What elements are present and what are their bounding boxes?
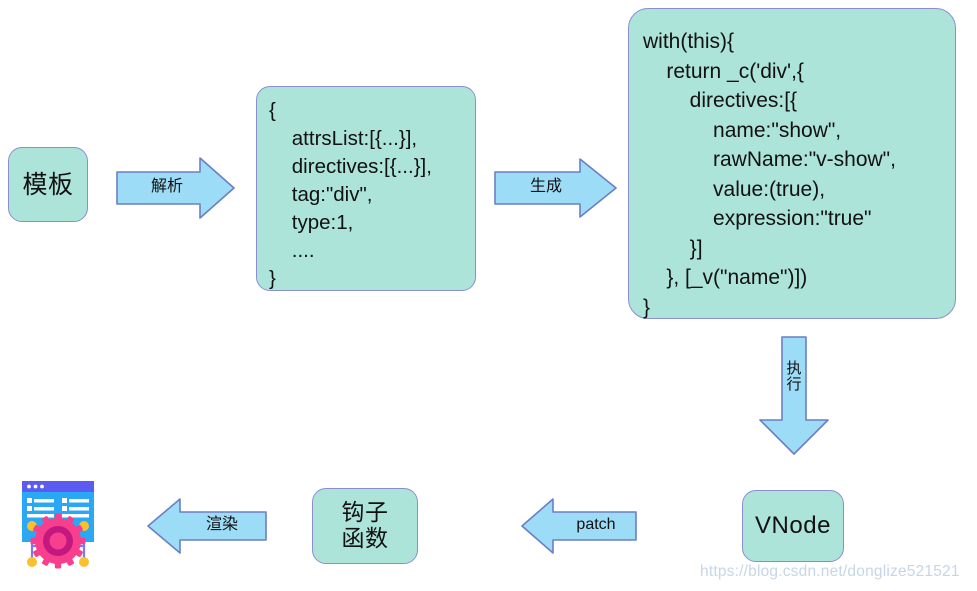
arrow-generate-label: 生成 [529, 178, 562, 195]
node-ast-code: { attrsList:[{...}], directives:[{...}],… [269, 99, 432, 290]
arrow-execute-label: 执 行 [786, 360, 802, 394]
diagram-canvas: 模板 解析 { attrsList:[{...}], directives:[{… [0, 0, 977, 591]
node-template-label: 模板 [22, 170, 74, 199]
node-hook-functions-label: 钩子 函数 [341, 499, 389, 551]
node-vnode-label: VNode [755, 511, 831, 539]
watermark: https://blog.csdn.net/donglize521521 [700, 563, 960, 580]
arrow-patch[interactable]: patch [521, 497, 637, 555]
arrow-parse-label: 解析 [150, 178, 183, 195]
browser-page-icon [12, 476, 104, 570]
node-render-function-code: with(this){ return _c('div',{ directives… [643, 30, 896, 319]
node-vnode[interactable]: VNode [742, 490, 844, 562]
node-ast[interactable]: { attrsList:[{...}], directives:[{...}],… [256, 86, 476, 291]
node-render-function[interactable]: with(this){ return _c('div',{ directives… [628, 8, 956, 319]
arrow-execute[interactable]: 执 行 [755, 336, 833, 456]
arrow-render[interactable]: 渲染 [147, 497, 267, 555]
node-template[interactable]: 模板 [8, 147, 88, 222]
arrow-parse[interactable]: 解析 [116, 156, 236, 220]
arrow-render-label: 渲染 [205, 516, 238, 533]
arrow-generate[interactable]: 生成 [494, 157, 618, 219]
node-hook-functions[interactable]: 钩子 函数 [312, 488, 418, 564]
arrow-patch-label: patch [576, 516, 616, 533]
